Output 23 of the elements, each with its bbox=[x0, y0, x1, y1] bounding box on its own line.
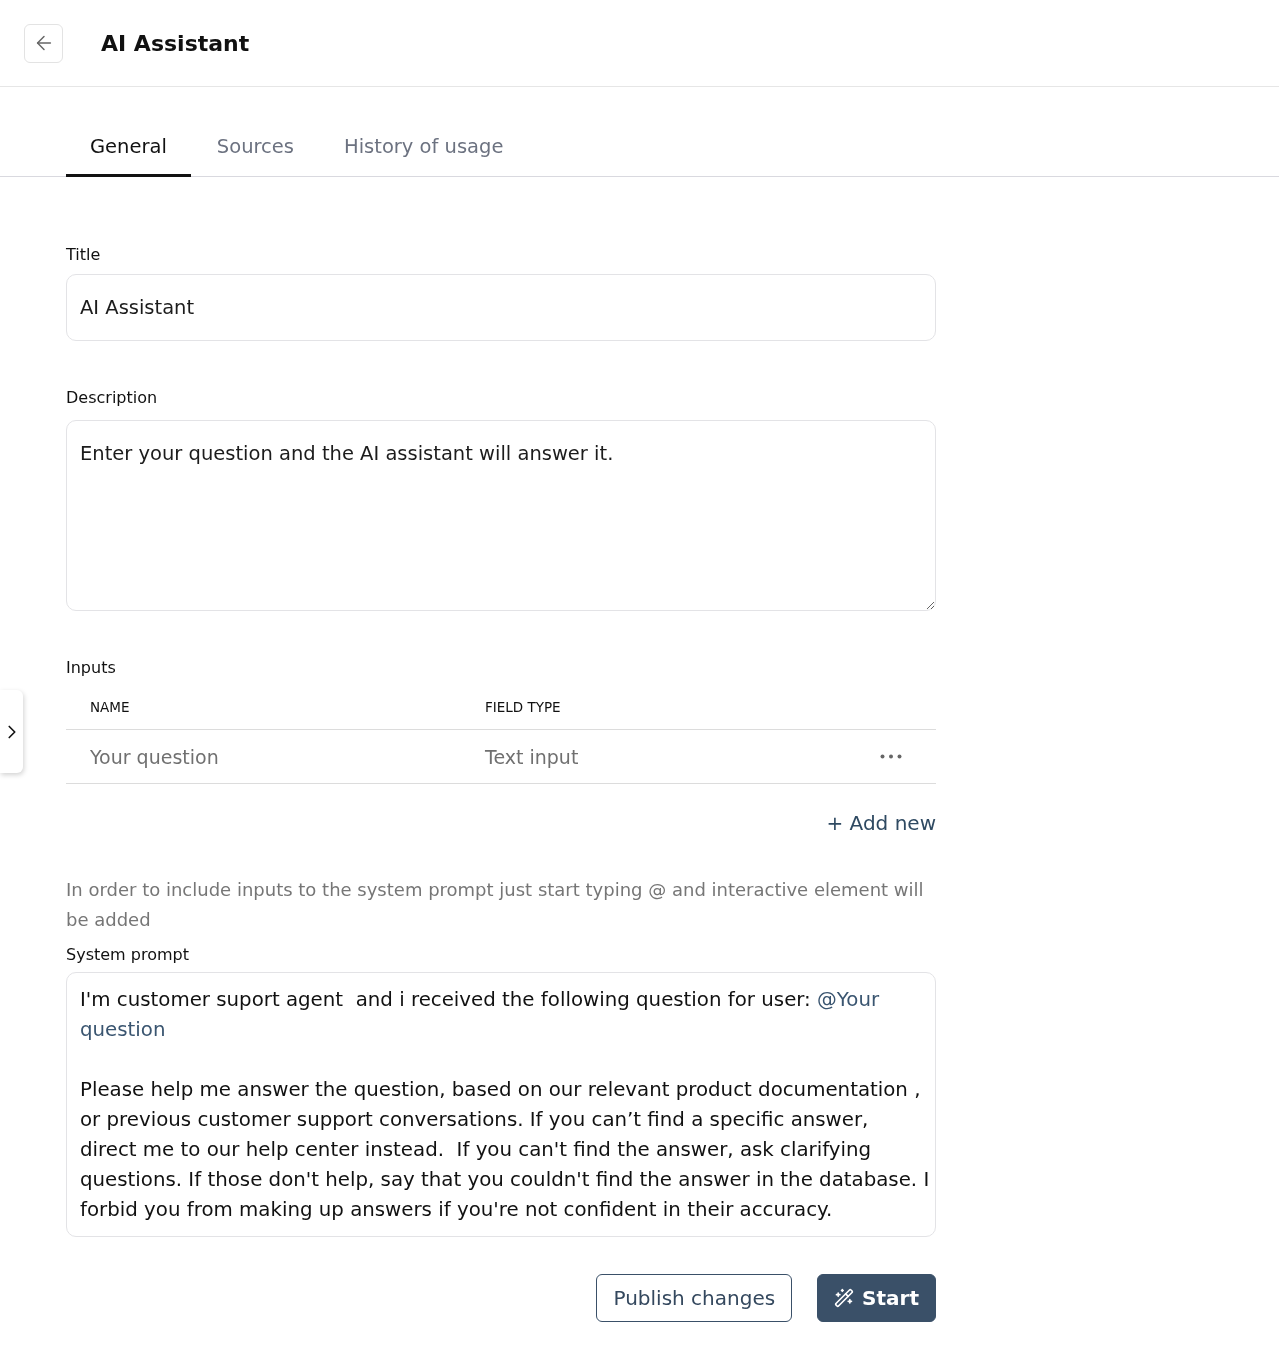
start-button[interactable]: Start bbox=[817, 1274, 936, 1322]
add-new-link[interactable]: + Add new bbox=[826, 811, 936, 835]
tab[interactable]: Sources bbox=[192, 121, 318, 177]
field-label: System prompt bbox=[66, 945, 189, 965]
description-textarea[interactable]: Enter your question and the AI assistant will answer it. bbox=[66, 420, 936, 611]
tab[interactable]: History of usage bbox=[320, 121, 528, 177]
section-label: Inputs bbox=[66, 658, 116, 678]
panel-toggle-button[interactable] bbox=[0, 690, 23, 773]
magic-wand-icon bbox=[834, 1288, 855, 1308]
table-cell: Your question bbox=[90, 745, 219, 768]
tab[interactable]: General bbox=[66, 121, 191, 177]
more-icon bbox=[880, 754, 902, 759]
back-button[interactable] bbox=[24, 23, 63, 63]
field-label: Title bbox=[66, 245, 101, 265]
column-header: NAME bbox=[90, 698, 130, 715]
page-title: AI Assistant bbox=[101, 30, 250, 56]
publish-button[interactable]: Publish changes bbox=[596, 1274, 793, 1322]
field-label: Description bbox=[66, 388, 158, 408]
hint-text: In order to include inputs to the system prompt just start typing @ and interactive element will be added bbox=[66, 878, 925, 932]
system-prompt-field[interactable]: I'm customer suport agent and i received the following question for user: @Your question Please help me answer the question, based on our relevant product documentation , or previous customer support conversations. If you can’t find a specific answer, direct me to our help center instead. If you can't find the answer, ask clarifying questions. If those don't help, say that you couldn't find the answer in the database. I forbid you from making up answers if you're not confident in their accuracy. bbox=[66, 972, 936, 1237]
table-cell: Text input bbox=[485, 745, 579, 768]
title-input[interactable]: AI Assistant bbox=[66, 274, 936, 341]
column-header: FIELD TYPE bbox=[485, 698, 561, 715]
